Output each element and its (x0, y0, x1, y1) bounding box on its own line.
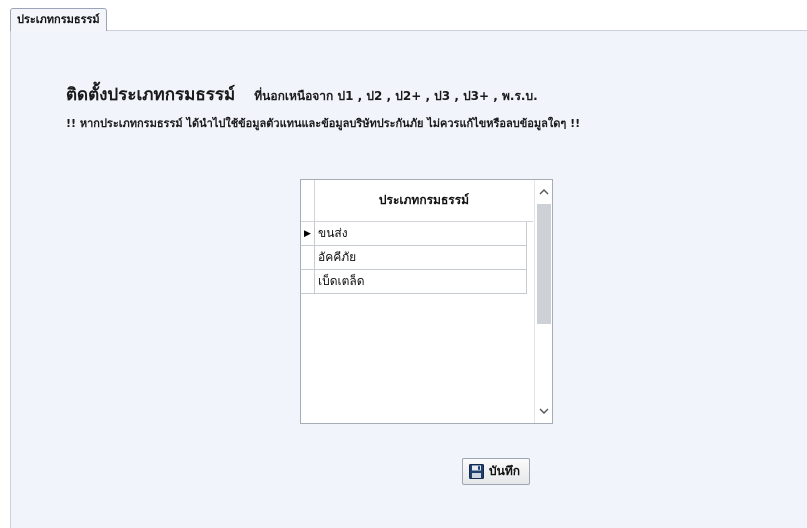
chevron-up-icon[interactable] (535, 182, 552, 202)
vertical-scrollbar[interactable] (534, 180, 552, 423)
tab-policy-type[interactable]: ประเภทกรมธรรม์ (10, 8, 107, 31)
page-title: ติดตั้งประเภทกรมธรรม์ (66, 85, 236, 105)
table-row[interactable]: ▶ ขนส่ง (301, 222, 527, 246)
table-row[interactable]: เบ็ดเตล็ด (301, 270, 527, 294)
scrollbar-thumb[interactable] (537, 204, 551, 324)
row-selector[interactable] (301, 270, 315, 293)
page-subtitle: ที่นอกเหนือจาก ป1 , ป2 , ป2+ , ป3 , ป3+ … (254, 89, 538, 103)
policy-type-grid[interactable]: ประเภทกรมธรรม์ ▶ ขนส่ง อัคคีภัย เบ็ดเตล็… (300, 179, 553, 424)
table-row[interactable]: อัคคีภัย (301, 246, 527, 270)
row-selector[interactable] (301, 246, 315, 269)
save-button[interactable]: บันทึก (462, 458, 530, 485)
grid-rows: ▶ ขนส่ง อัคคีภัย เบ็ดเตล็ด (301, 222, 527, 294)
warning-text: !! หากประเภทกรมธรรม์ ได้นำไปใช้ข้อมูลตัว… (66, 117, 581, 130)
row-selector-header (301, 180, 315, 222)
chevron-down-icon[interactable] (535, 401, 552, 421)
table-cell[interactable]: เบ็ดเตล็ด (315, 270, 527, 293)
table-cell[interactable]: ขนส่ง (315, 222, 527, 245)
current-row-indicator-icon: ▶ (301, 222, 315, 245)
grid-header: ประเภทกรมธรรม์ (301, 180, 533, 222)
save-button-label: บันทึก (489, 464, 520, 478)
app-window: ประเภทกรมธรรม์ ติดตั้งประเภทกรมธรรม์ ที่… (0, 0, 807, 528)
floppy-disk-icon (469, 464, 484, 479)
table-cell[interactable]: อัคคีภัย (315, 246, 527, 269)
column-header-policy-type[interactable]: ประเภทกรมธรรม์ (315, 180, 533, 222)
heading-row: ติดตั้งประเภทกรมธรรม์ ที่นอกเหนือจาก ป1 … (66, 81, 538, 108)
